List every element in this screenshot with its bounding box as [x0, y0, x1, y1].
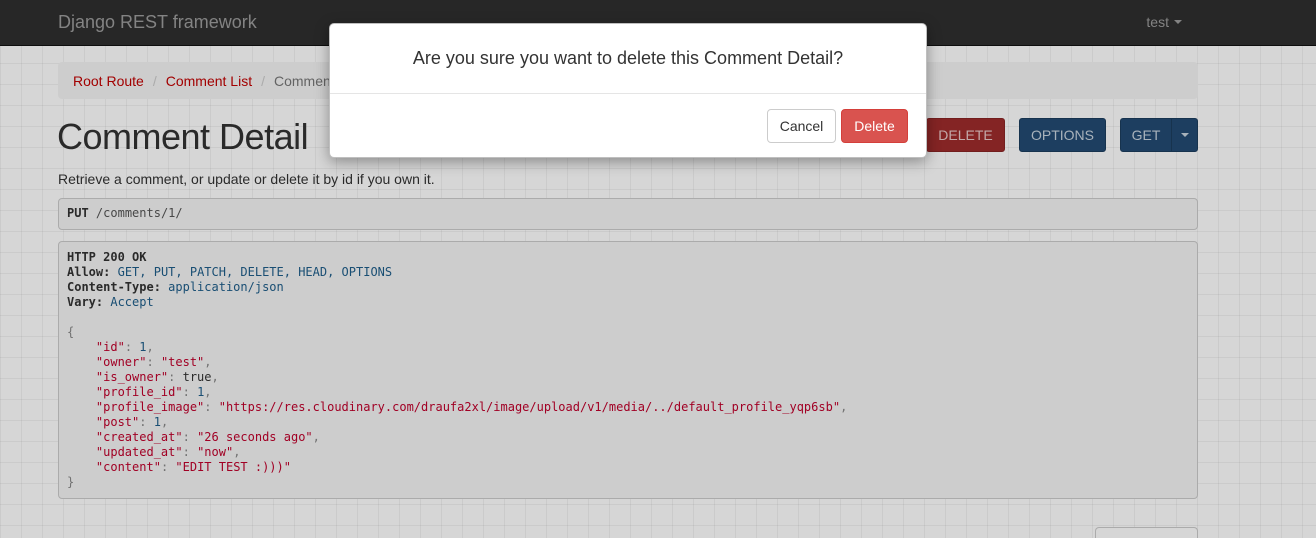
delete-confirm-modal: Are you sure you want to delete this Com…: [329, 23, 927, 158]
confirm-delete-button[interactable]: Delete: [841, 109, 908, 143]
modal-title: Are you sure you want to delete this Com…: [412, 48, 844, 68]
cancel-button[interactable]: Cancel: [767, 109, 836, 143]
modal-header: Are you sure you want to delete this Com…: [330, 24, 926, 94]
modal-footer: Cancel Delete: [330, 94, 926, 158]
